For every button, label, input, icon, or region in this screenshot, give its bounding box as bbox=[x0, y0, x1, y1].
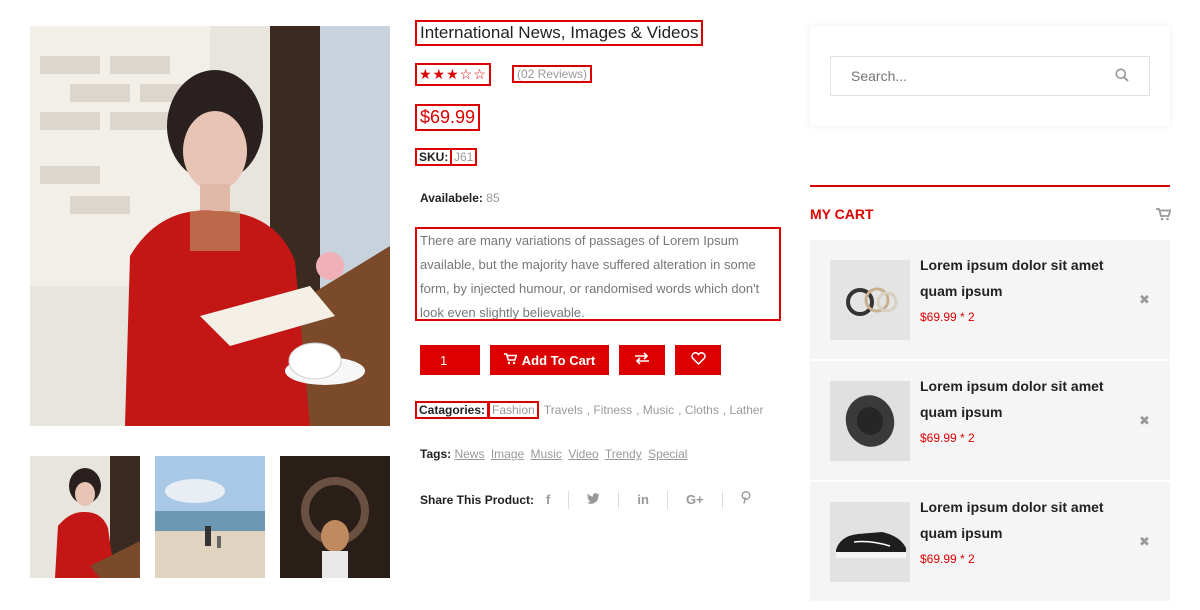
cart-item-image[interactable] bbox=[830, 260, 910, 340]
tags-list: Tags: News Image Music Video Trendy Spec… bbox=[420, 447, 690, 461]
star-rating: ★★★☆☆ bbox=[415, 63, 491, 86]
product-thumbnail-1[interactable] bbox=[30, 456, 140, 578]
tag-link[interactable]: Trendy bbox=[605, 447, 642, 461]
sku-label: SKU: bbox=[414, 148, 453, 166]
tag-link[interactable]: News bbox=[454, 447, 484, 461]
category-link[interactable]: Fitness bbox=[593, 403, 632, 417]
cart-item-name[interactable]: Lorem ipsum dolor sit amet quam ipsum bbox=[920, 252, 1130, 304]
cart-item-price: $69.99 * 2 bbox=[920, 310, 975, 324]
product-main-image bbox=[30, 26, 390, 426]
cart-item: Lorem ipsum dolor sit amet quam ipsum $6… bbox=[810, 482, 1170, 601]
cart-icon[interactable] bbox=[1156, 208, 1172, 226]
category-link[interactable]: Travels bbox=[544, 403, 583, 417]
close-icon[interactable]: ✖ bbox=[1139, 534, 1150, 550]
search-icon[interactable] bbox=[1115, 68, 1129, 87]
close-icon[interactable]: ✖ bbox=[1139, 292, 1150, 308]
linkedin-icon[interactable]: in bbox=[618, 491, 667, 509]
heart-icon bbox=[690, 352, 706, 368]
exchange-icon bbox=[634, 352, 650, 368]
compare-button[interactable] bbox=[619, 345, 665, 375]
wishlist-button[interactable] bbox=[675, 345, 721, 375]
product-thumbnail-2[interactable] bbox=[155, 456, 265, 578]
cart-item: Lorem ipsum dolor sit amet quam ipsum $6… bbox=[810, 240, 1170, 359]
search-input[interactable] bbox=[831, 57, 1093, 95]
search-box bbox=[830, 56, 1150, 96]
category-link[interactable]: Music bbox=[643, 403, 674, 417]
quantity-input[interactable]: 1 bbox=[420, 345, 480, 375]
pinterest-icon[interactable] bbox=[721, 491, 769, 509]
close-icon[interactable]: ✖ bbox=[1139, 413, 1150, 429]
category-link[interactable]: Cloths bbox=[685, 403, 719, 417]
share-row: Share This Product: f in G+ bbox=[420, 491, 769, 509]
cart-divider bbox=[810, 185, 1170, 187]
share-label: Share This Product: bbox=[420, 493, 535, 507]
cart-item-image[interactable] bbox=[830, 502, 910, 582]
google-plus-icon[interactable]: G+ bbox=[666, 491, 722, 509]
reviews-link[interactable]: (02 Reviews) bbox=[511, 65, 593, 83]
tag-link[interactable]: Music bbox=[531, 447, 562, 461]
cart-item-name[interactable]: Lorem ipsum dolor sit amet quam ipsum bbox=[920, 373, 1130, 425]
sku-value: J61 bbox=[449, 148, 478, 166]
product-price: $69.99 bbox=[414, 104, 481, 131]
tag-link[interactable]: Special bbox=[648, 447, 687, 461]
cart-item-image[interactable] bbox=[830, 381, 910, 461]
cart-item: Lorem ipsum dolor sit amet quam ipsum $6… bbox=[810, 361, 1170, 480]
categories-label: Catagories: bbox=[414, 401, 490, 419]
availability: Availabele: 85 bbox=[420, 191, 500, 205]
tags-label: Tags: bbox=[420, 447, 452, 461]
availability-label: Availabele: bbox=[420, 191, 483, 205]
cart-icon bbox=[503, 352, 518, 368]
cart-item-name[interactable]: Lorem ipsum dolor sit amet quam ipsum bbox=[920, 494, 1130, 546]
cart-item-price: $69.99 * 2 bbox=[920, 431, 975, 445]
facebook-icon[interactable]: f bbox=[534, 491, 568, 509]
availability-value: 85 bbox=[486, 191, 500, 205]
product-title: International News, Images & Videos bbox=[414, 20, 704, 46]
twitter-icon[interactable] bbox=[568, 491, 618, 509]
categories-list: Fashion Travels, Fitness, Music, Cloths,… bbox=[488, 401, 764, 419]
category-link[interactable]: Lather bbox=[730, 403, 764, 417]
category-link[interactable]: Fashion bbox=[488, 401, 539, 419]
cart-item-price: $69.99 * 2 bbox=[920, 552, 975, 566]
cart-title: MY CART bbox=[810, 206, 874, 222]
tag-link[interactable]: Image bbox=[491, 447, 524, 461]
product-thumbnail-3[interactable] bbox=[280, 456, 390, 578]
add-to-cart-button[interactable]: Add To Cart bbox=[490, 345, 609, 375]
add-to-cart-label: Add To Cart bbox=[521, 352, 596, 368]
tag-link[interactable]: Video bbox=[568, 447, 598, 461]
product-description: There are many variations of passages of… bbox=[415, 227, 781, 321]
